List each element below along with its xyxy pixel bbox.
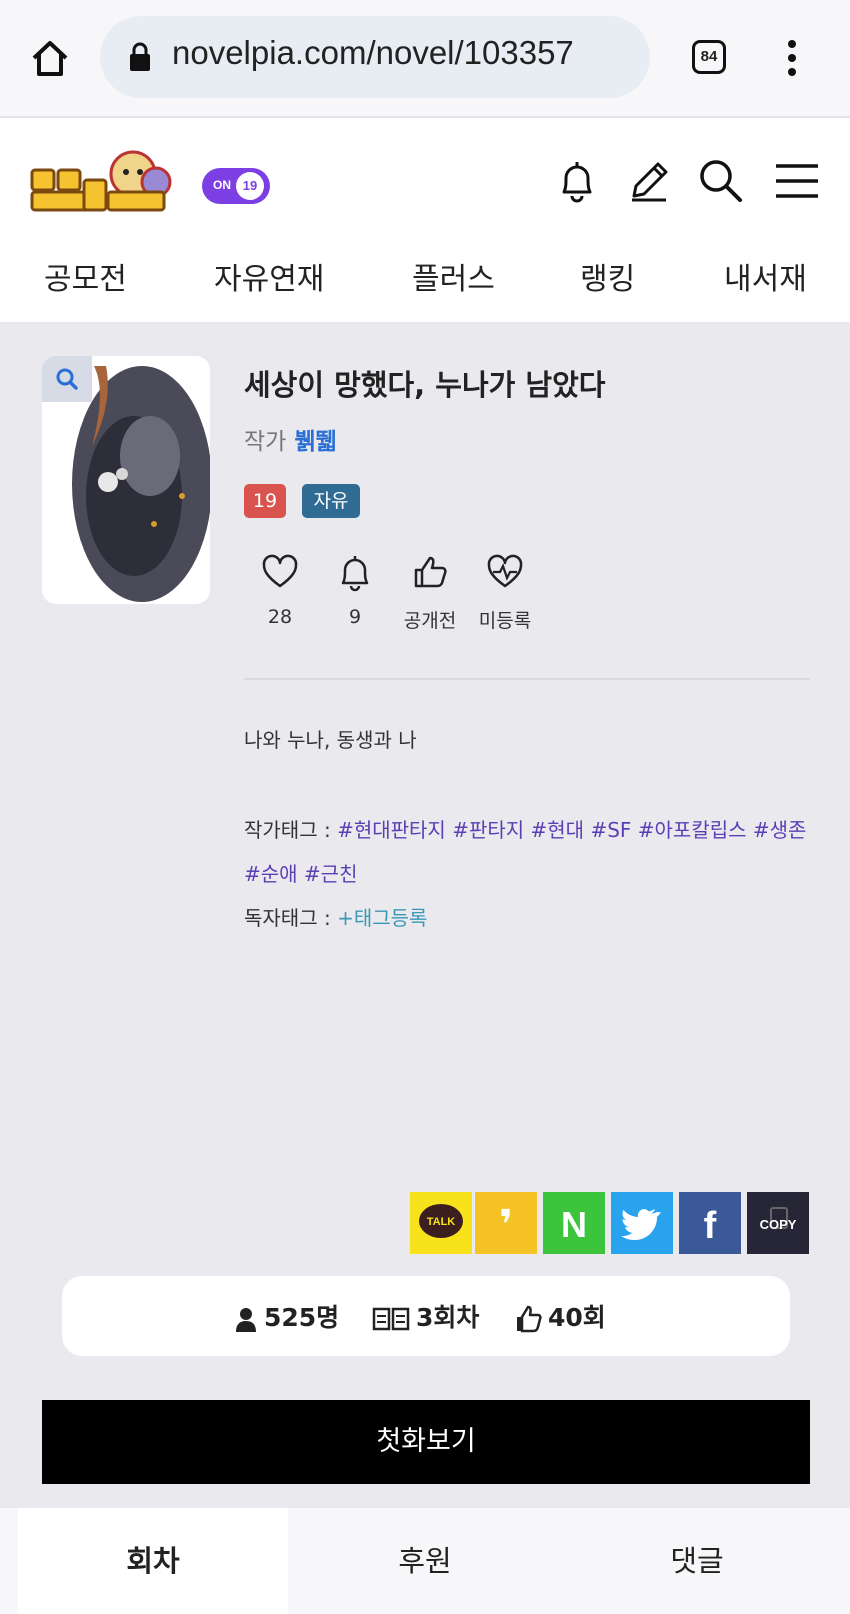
url-text: novelpia.com/novel/103357: [172, 34, 574, 71]
magnifier-icon: [56, 368, 78, 390]
author-tags: 작가태그 : #현대판타지 #판타지 #현대 #SF #아포칼립스 #생존 #순…: [244, 808, 810, 896]
notification-count: 9: [348, 606, 362, 628]
novel-cover-image[interactable]: [42, 356, 210, 604]
more-menu-icon[interactable]: [782, 38, 802, 78]
heart-icon: [262, 554, 298, 588]
read-first-episode-button[interactable]: 첫화보기: [42, 1400, 810, 1484]
share-facebook-button[interactable]: f: [679, 1192, 741, 1254]
tag[interactable]: #생존: [753, 818, 807, 842]
free-serial-badge: 자유: [302, 484, 360, 518]
tag[interactable]: #아포칼립스: [638, 818, 747, 842]
recommend-stat[interactable]: 공개전: [390, 552, 470, 633]
tag[interactable]: #판타지: [452, 818, 524, 842]
novelpia-logo[interactable]: [28, 142, 178, 216]
kakaostory-icon: ❜: [499, 1202, 513, 1248]
thumbs-up-icon: [517, 1305, 542, 1333]
tag[interactable]: #SF: [590, 818, 631, 842]
novel-title: 세상이 망했다, 누나가 남았다: [244, 368, 606, 402]
nav-item-contest[interactable]: 공모전: [44, 254, 127, 298]
share-kakaotalk-button[interactable]: TALK: [410, 1192, 472, 1254]
notification-stat[interactable]: 9: [315, 552, 395, 628]
favorite-stat[interactable]: 미등록: [465, 552, 545, 633]
recommend-count-value: 40회: [548, 1303, 606, 1332]
copy-icon: COPY: [760, 1207, 797, 1232]
synopsis: 나와 누나, 동생과 나: [244, 728, 417, 752]
copy-text: COPY: [760, 1217, 797, 1232]
tag[interactable]: #근친: [304, 862, 358, 886]
person-icon: [236, 1308, 256, 1332]
facebook-text: f: [704, 1205, 717, 1247]
bell-icon: [341, 556, 369, 592]
nav-item-my-library[interactable]: 내서재: [724, 254, 807, 298]
reader-count-value: 525명: [264, 1303, 340, 1332]
search-icon[interactable]: [696, 156, 746, 206]
pencil-icon[interactable]: [624, 156, 674, 206]
age-19-knob: 19: [236, 172, 264, 200]
thumbs-up-icon: [414, 556, 447, 588]
favorite-status: 미등록: [478, 610, 532, 632]
recommend-count: 40회: [514, 1298, 606, 1334]
author-name[interactable]: 뷁뛟: [294, 429, 336, 455]
copy-link-button[interactable]: COPY: [747, 1192, 809, 1254]
reader-tags-label: 독자태그 :: [244, 906, 338, 930]
tag[interactable]: #순애: [244, 862, 298, 886]
tag[interactable]: #현대판타지: [337, 818, 446, 842]
nav-item-ranking[interactable]: 랭킹: [580, 254, 635, 298]
kakao-talk-text: TALK: [427, 1216, 456, 1228]
toggle-label: ON: [213, 178, 231, 192]
share-twitter-button[interactable]: [611, 1192, 673, 1254]
tag[interactable]: #현대: [531, 818, 585, 842]
episode-count-value: 3회차: [416, 1303, 480, 1332]
tab-support[interactable]: 후원: [290, 1508, 560, 1614]
age-rating-badge: 19: [244, 484, 286, 518]
browser-toolbar: novelpia.com/novel/103357 84: [0, 0, 850, 118]
share-naver-button[interactable]: N: [543, 1192, 605, 1254]
main-nav: 공모전 자유연재 플러스 랭킹 내서재: [0, 246, 850, 310]
twitter-icon: [621, 1209, 661, 1240]
kakaostory-text: ❜: [499, 1202, 513, 1248]
naver-text: N: [561, 1204, 587, 1245]
address-bar[interactable]: novelpia.com/novel/103357: [100, 16, 650, 98]
share-kakaostory-button[interactable]: ❜: [475, 1192, 537, 1254]
tag-section: 작가태그 : #현대판타지 #판타지 #현대 #SF #아포칼립스 #생존 #순…: [244, 808, 810, 940]
reader-count: 525명: [234, 1298, 339, 1334]
heartbeat-icon: [487, 554, 523, 588]
facebook-icon: f: [704, 1205, 717, 1247]
kakaotalk-icon: TALK: [419, 1204, 463, 1238]
author-line: 작가 뷁뛟: [244, 422, 337, 456]
add-tag-link[interactable]: +태그등록: [337, 906, 427, 930]
site-header: ON 19 공모전 자유연재 플러스 랭킹 내서재: [0, 118, 850, 322]
novel-counts: 525명 3회차 40회: [62, 1276, 790, 1356]
hamburger-menu-icon[interactable]: [772, 156, 822, 206]
nav-item-free-serial[interactable]: 자유연재: [214, 254, 324, 298]
tab-comments[interactable]: 댓글: [562, 1508, 832, 1614]
tab-switcher-button[interactable]: 84: [692, 40, 726, 74]
author-tags-label: 작가태그 :: [244, 818, 338, 842]
tab-episodes[interactable]: 회차: [18, 1508, 288, 1614]
like-count: 28: [267, 606, 293, 628]
home-icon[interactable]: [28, 36, 72, 80]
lock-icon: [130, 42, 150, 71]
adult-content-toggle[interactable]: ON 19: [202, 168, 270, 204]
zoom-badge[interactable]: [42, 356, 92, 402]
reader-tags: 독자태그 : +태그등록: [244, 896, 810, 940]
author-label: 작가: [244, 429, 287, 455]
bottom-tab-bar: 회차 후원 댓글: [0, 1508, 850, 1614]
like-stat[interactable]: 28: [240, 552, 320, 628]
recommend-status: 공개전: [403, 610, 457, 632]
info-divider: [244, 678, 810, 680]
book-icon: [372, 1307, 410, 1331]
naver-icon: N: [561, 1204, 587, 1245]
episode-count: 3회차: [372, 1298, 479, 1334]
bell-icon[interactable]: [552, 156, 602, 206]
nav-item-plus[interactable]: 플러스: [412, 254, 495, 298]
